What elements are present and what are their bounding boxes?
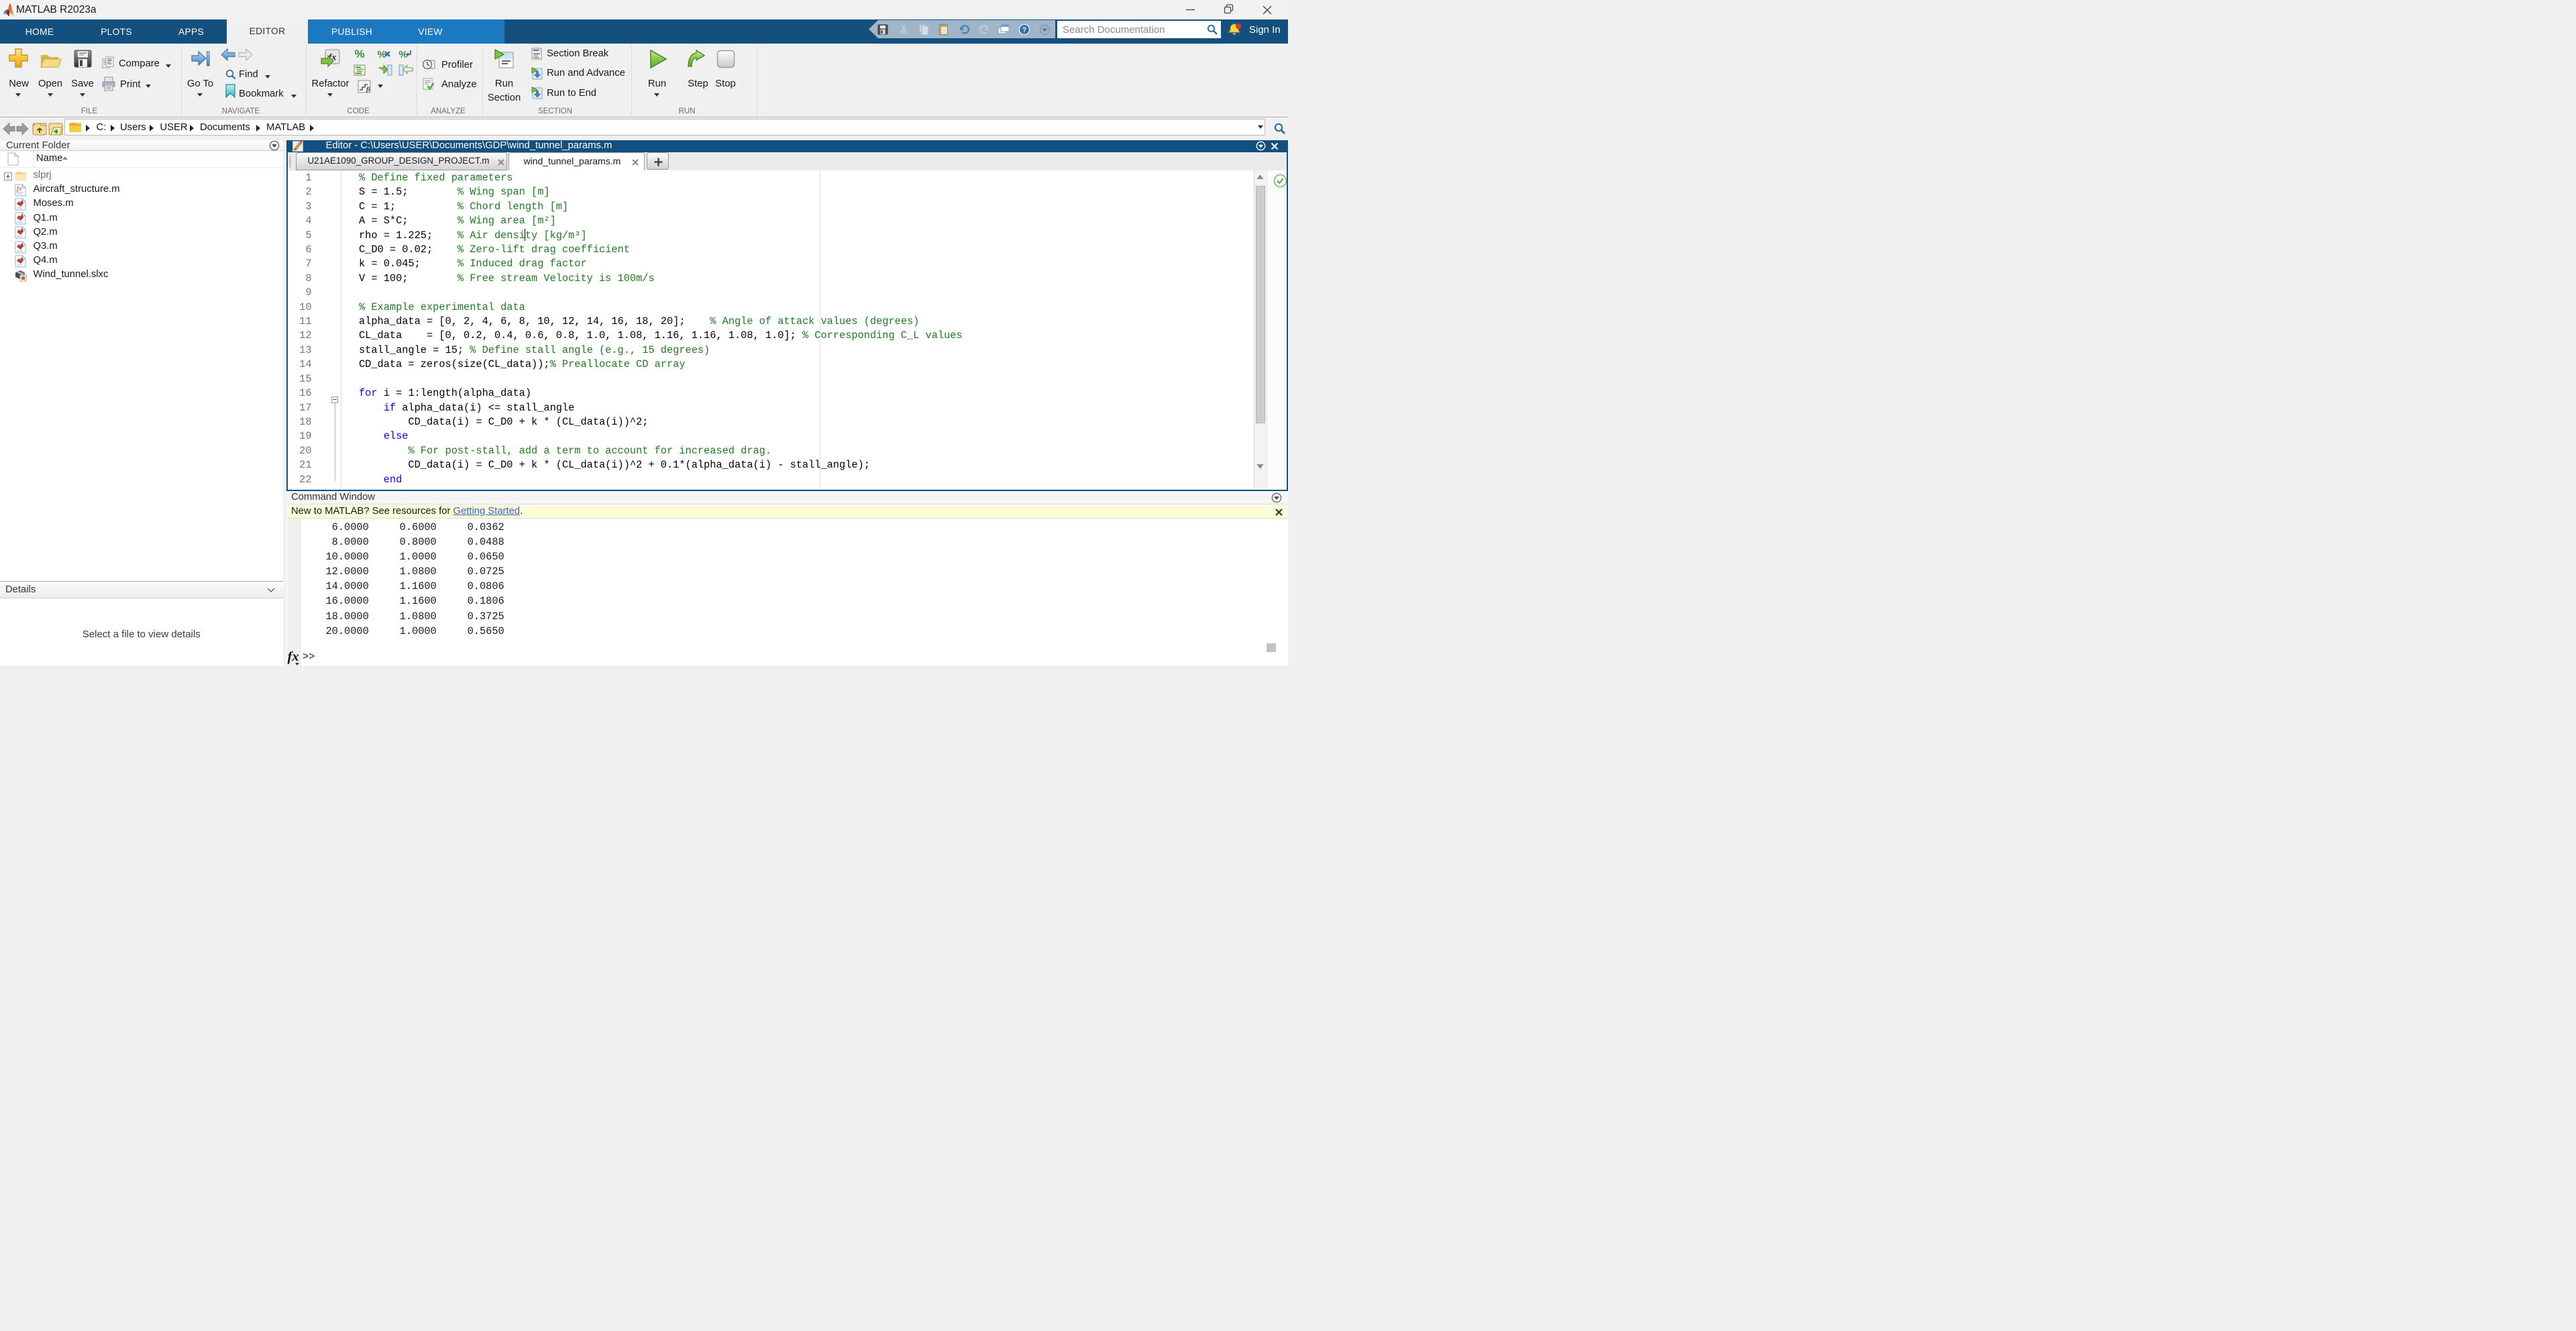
svg-text:fx: fx <box>17 185 22 192</box>
svg-text:%: % <box>377 49 386 60</box>
svg-text:?: ? <box>1022 26 1027 34</box>
svg-text:fi: fi <box>366 86 370 93</box>
svg-text:%: % <box>354 48 364 60</box>
